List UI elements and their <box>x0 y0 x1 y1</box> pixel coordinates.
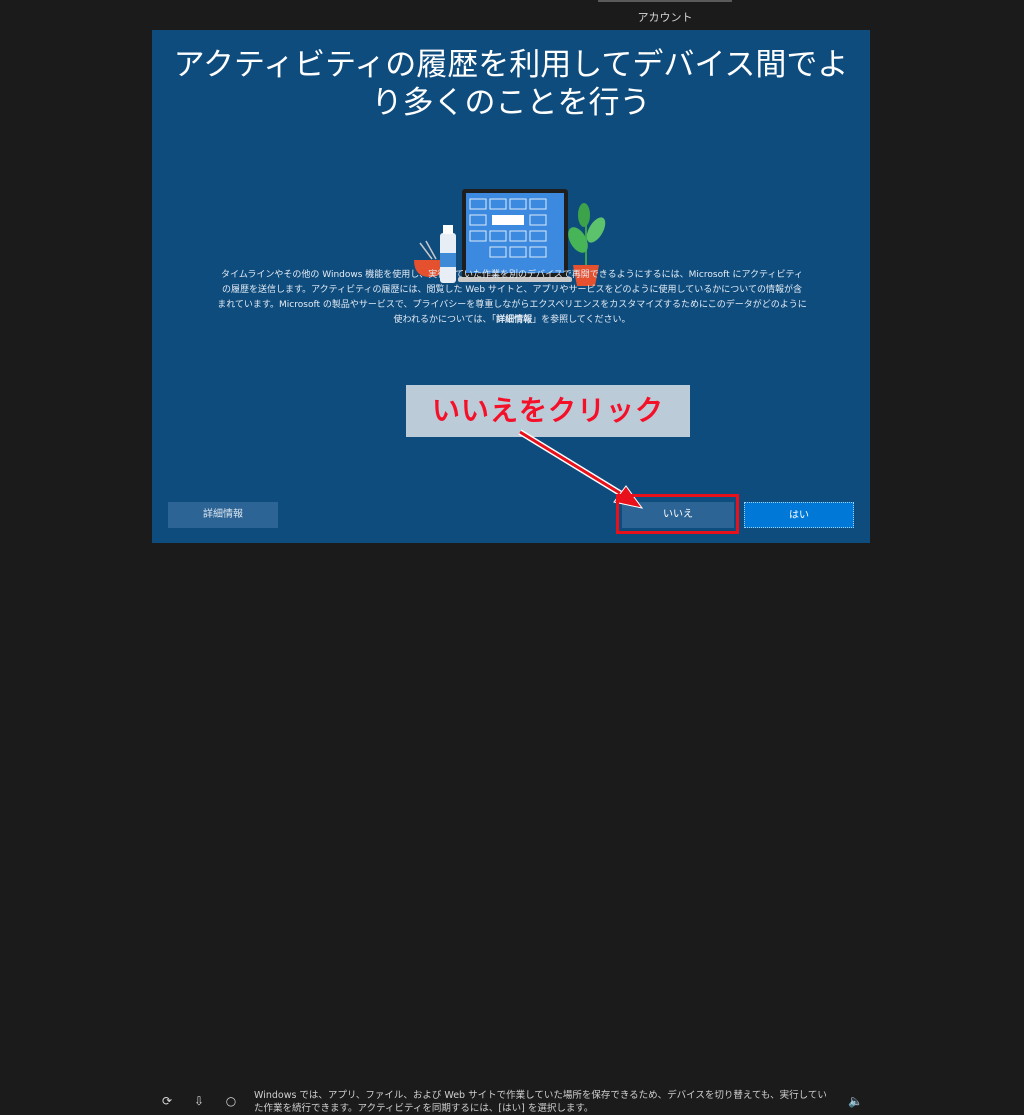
page-title: アクティビティの履歴を利用してデバイス間でより多くのことを行う <box>173 47 849 121</box>
no-button-highlight <box>616 494 739 534</box>
description-line: 使われるかについては、「詳細情報」を参照してください。 <box>182 313 842 328</box>
volume-icon[interactable]: 🔈 <box>848 1094 863 1108</box>
description-line: タイムラインやその他の Windows 機能を使用し、実行していた作業を別のデバ… <box>221 270 803 280</box>
yes-button[interactable]: はい <box>744 502 854 528</box>
oobe-panel: アクティビティの履歴を利用してデバイス間でより多くのことを行う タイムラインやそ… <box>152 30 870 543</box>
details-button[interactable]: 詳細情報 <box>168 502 278 528</box>
tab-account: アカウント <box>598 0 732 30</box>
accessibility-icon[interactable]: ⟳ <box>160 1094 174 1108</box>
description-text: タイムラインやその他の Windows 機能を使用し、実行していた作業を別のデバ… <box>182 268 842 328</box>
top-bar: アカウント <box>0 0 1024 30</box>
details-link[interactable]: 詳細情報 <box>496 315 532 325</box>
cortana-circle-icon[interactable]: ○ <box>224 1094 238 1108</box>
description-line: の履歴を送信します。アクティビティの履歴には、閲覧した Web サイトと、アプリ… <box>221 285 803 295</box>
bottom-bar: ⟳ ⇩ ○ Windows では、アプリ、ファイル、および Web サイトで作業… <box>0 543 1024 1114</box>
download-icon[interactable]: ⇩ <box>192 1094 206 1108</box>
description-line-text: 使われるかについては、「 <box>393 315 497 325</box>
description-line: まれています。Microsoft の製品やサービスで、プライバシーを尊重しながら… <box>217 300 807 310</box>
annotation-callout: いいえをクリック <box>406 385 690 437</box>
footer-text: Windows では、アプリ、ファイル、および Web サイトで作業していた場所… <box>254 1090 827 1114</box>
description-line-text: 」を参照してください。 <box>532 315 631 325</box>
